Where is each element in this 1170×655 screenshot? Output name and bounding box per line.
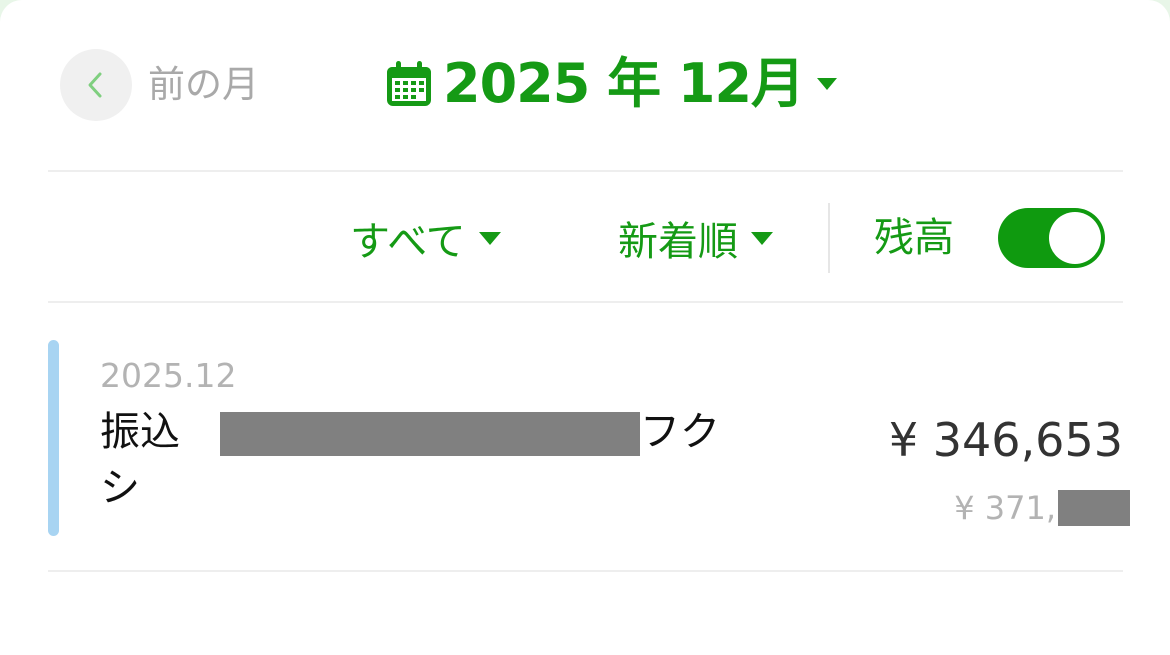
balance-prefix: ¥ 371, bbox=[954, 489, 1056, 527]
type-filter-dropdown[interactable]: すべて bbox=[350, 212, 502, 265]
caret-down-icon bbox=[817, 78, 838, 90]
filter-separator bbox=[828, 203, 830, 273]
sort-order-dropdown[interactable]: 新着順 bbox=[618, 212, 774, 265]
transaction-description: 振込 フクシ bbox=[100, 404, 740, 516]
list-divider bbox=[48, 570, 1123, 572]
balance-toggle-label: 残高 bbox=[874, 215, 954, 261]
calendar-icon bbox=[387, 61, 431, 106]
redacted-block bbox=[220, 412, 640, 456]
transaction-marker bbox=[48, 340, 59, 536]
transaction-amount: ¥ 346,653 bbox=[888, 413, 1123, 467]
prev-month-button[interactable] bbox=[60, 49, 132, 121]
transaction-desc-prefix: 振込 bbox=[100, 409, 180, 455]
chevron-left-icon bbox=[88, 72, 102, 98]
balance-toggle[interactable] bbox=[998, 208, 1105, 268]
filter-divider bbox=[48, 301, 1123, 303]
caret-down-icon bbox=[751, 231, 773, 245]
prev-month-label[interactable]: 前の月 bbox=[148, 62, 259, 108]
sort-order-label: 新着順 bbox=[618, 219, 738, 265]
redacted-block bbox=[1058, 490, 1130, 526]
type-filter-label: すべて bbox=[350, 219, 466, 265]
screen: 前の月 2025 年 12月 すべて 新着順 残高 2025.12 振込 フク … bbox=[0, 0, 1170, 655]
month-picker[interactable]: 2025 年 12月 bbox=[385, 52, 838, 116]
toggle-knob bbox=[1049, 212, 1101, 264]
header-divider bbox=[48, 170, 1123, 172]
caret-down-icon bbox=[478, 231, 501, 245]
transaction-balance: ¥ 371, bbox=[954, 488, 1130, 528]
month-title: 2025 年 12月 bbox=[443, 52, 805, 115]
transaction-desc-line2: シ bbox=[100, 465, 140, 511]
transaction-date: 2025.12 bbox=[100, 356, 237, 395]
transaction-desc-suffix: フク bbox=[640, 409, 720, 455]
